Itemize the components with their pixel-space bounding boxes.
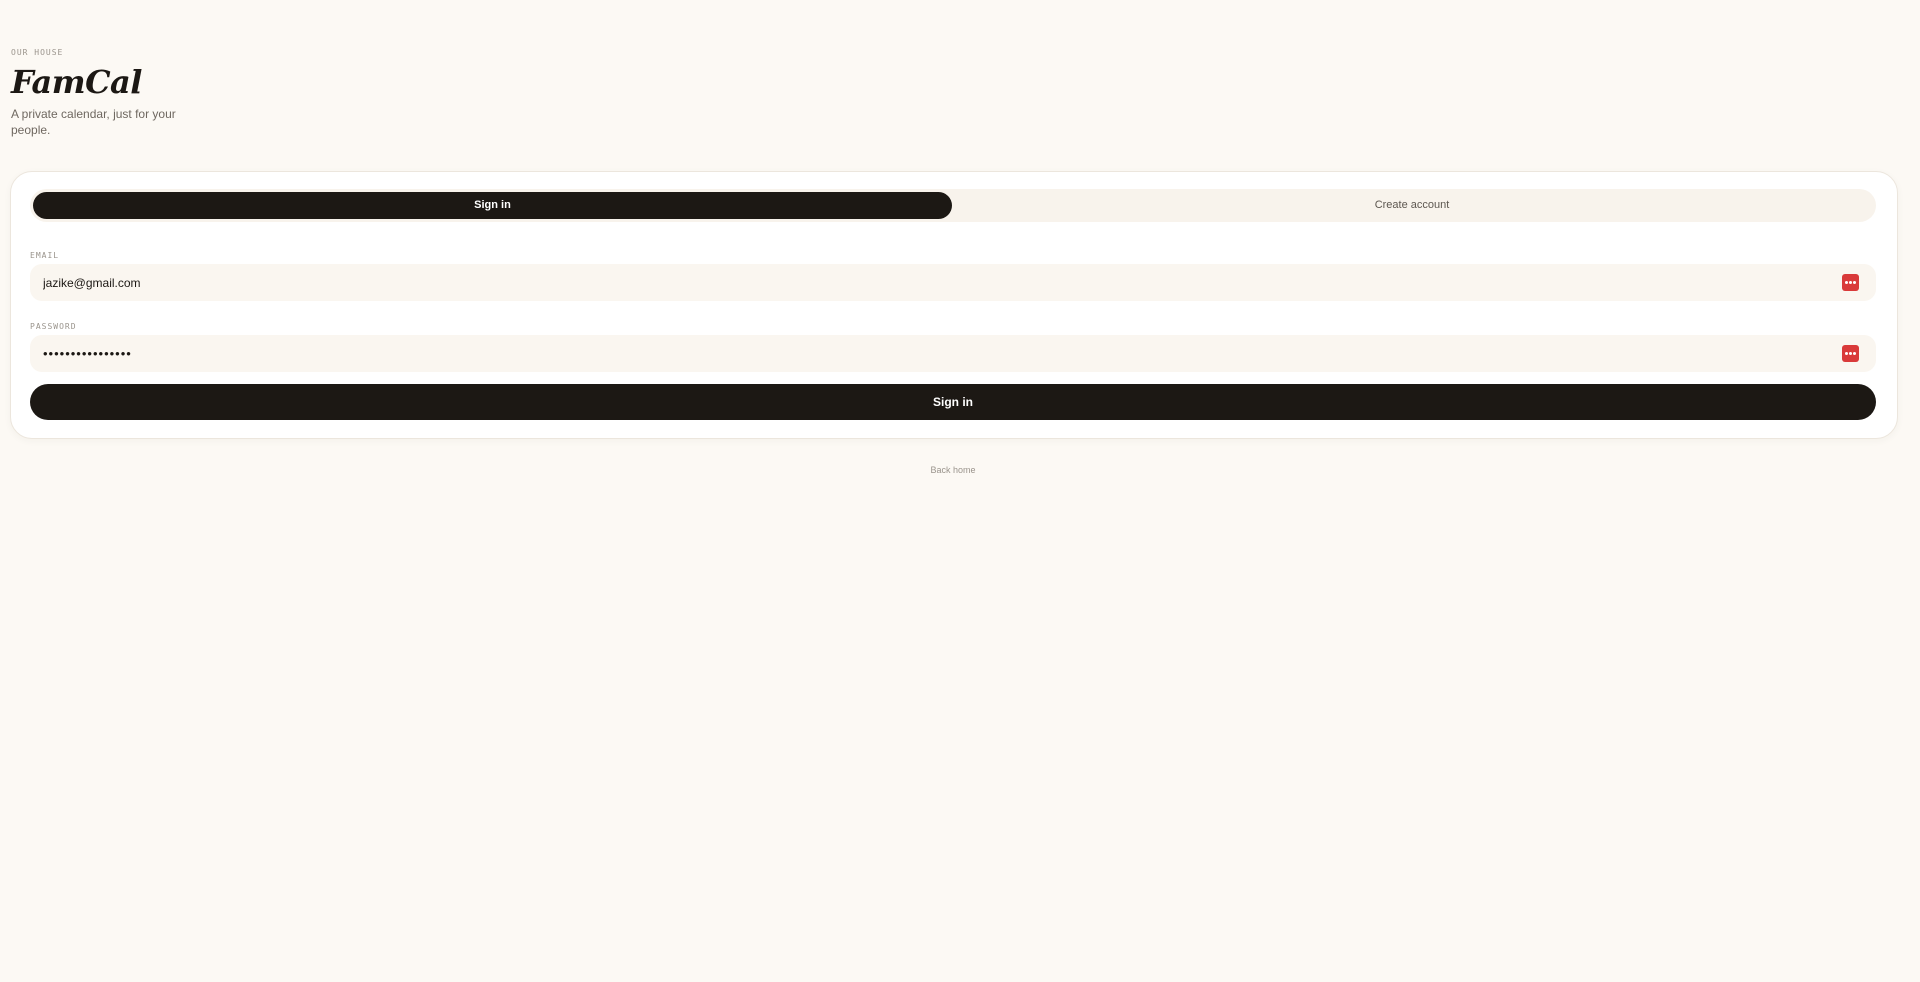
page-header: OUR HOUSE FamCal A private calendar, jus…: [11, 48, 251, 138]
login-page: OUR HOUSE FamCal A private calendar, jus…: [0, 0, 1920, 982]
app-title: FamCal: [11, 63, 142, 101]
password-manager-icon[interactable]: [1842, 274, 1859, 291]
password-label: PASSWORD: [30, 322, 77, 331]
dot-icon: [1845, 281, 1848, 284]
auth-tabs: Sign in Create account: [30, 189, 1876, 222]
dot-icon: [1853, 352, 1856, 355]
dot-icon: [1853, 281, 1856, 284]
app-subtitle: A private calendar, just for your people…: [11, 107, 176, 137]
eyebrow-text: OUR HOUSE: [11, 48, 64, 57]
auth-card: Sign in Create account EMAIL PASSWORD Si…: [10, 171, 1898, 439]
email-field[interactable]: [30, 264, 1833, 301]
back-home-link[interactable]: Back home: [0, 465, 1906, 475]
tab-create-account[interactable]: Create account: [952, 192, 1872, 219]
email-label: EMAIL: [30, 251, 60, 260]
email-field-wrapper: [30, 264, 1876, 301]
sign-in-button[interactable]: Sign in: [30, 384, 1876, 420]
password-field-wrapper: [30, 335, 1876, 372]
tab-sign-in[interactable]: Sign in: [33, 192, 952, 219]
password-field[interactable]: [30, 335, 1833, 372]
dot-icon: [1849, 281, 1852, 284]
dot-icon: [1845, 352, 1848, 355]
password-manager-icon[interactable]: [1842, 345, 1859, 362]
dot-icon: [1849, 352, 1852, 355]
